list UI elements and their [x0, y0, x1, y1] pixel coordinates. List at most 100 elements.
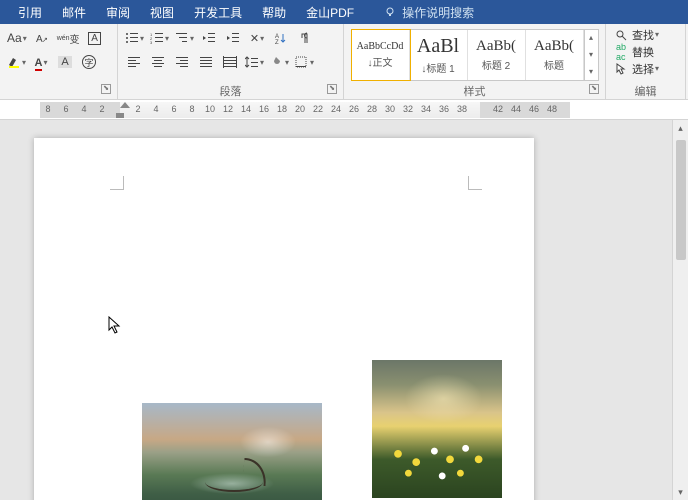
- menu-kingsoft-pdf[interactable]: 金山PDF: [296, 0, 364, 24]
- ribbon: Aa▾ A↗ wén变 A ▾ A▾ A 字 ⬊ ▾ 123▾: [0, 24, 688, 100]
- sort-button[interactable]: AZ: [270, 27, 292, 49]
- page[interactable]: [34, 138, 534, 500]
- styles-expand[interactable]: ▾: [585, 63, 598, 80]
- paragraph-group: ▾ 123▾ ▾ ✕▾ AZ ▾ ▾ ▾: [118, 24, 344, 99]
- ruler-tick: 38: [457, 104, 467, 114]
- styles-scroll-down[interactable]: ▾: [585, 46, 598, 63]
- ruler-tick: 2: [99, 104, 104, 114]
- find-icon: [614, 29, 628, 41]
- font-group-label: ⬊: [4, 83, 113, 99]
- styles-group: AaBbCcDd ↓正文 AaBl ↓标题 1 AaBb( 标题 2 AaBb(…: [344, 24, 606, 99]
- text-highlight-button[interactable]: ▾: [5, 51, 28, 73]
- style-heading2[interactable]: AaBb( 标题 2: [468, 30, 526, 80]
- ruler-tick: 12: [223, 104, 233, 114]
- ruler-tick: 36: [439, 104, 449, 114]
- shading-button[interactable]: ▾: [268, 51, 291, 73]
- ruler-tick: 24: [331, 104, 341, 114]
- ruler-tick: 16: [259, 104, 269, 114]
- styles-gallery: AaBbCcDd ↓正文 AaBl ↓标题 1 AaBb( 标题 2 AaBb(…: [351, 29, 599, 81]
- ruler-tick: 8: [189, 104, 194, 114]
- asian-layout-button[interactable]: ✕▾: [246, 27, 268, 49]
- tell-me-label: 操作说明搜索: [402, 4, 474, 21]
- menu-references[interactable]: 引用: [8, 0, 52, 24]
- svg-text:↗: ↗: [42, 37, 48, 44]
- styles-group-label: 样式⬊: [348, 83, 601, 99]
- tell-me-search[interactable]: 操作说明搜索: [384, 4, 474, 21]
- ruler-tick: 2: [135, 104, 140, 114]
- borders-button[interactable]: ▾: [293, 51, 316, 73]
- menu-help[interactable]: 帮助: [252, 0, 296, 24]
- increase-indent-button[interactable]: [222, 27, 244, 49]
- ruler-tick: 26: [349, 104, 359, 114]
- grow-font-button[interactable]: Aa▾: [5, 27, 29, 49]
- align-distributed-button[interactable]: [219, 51, 241, 73]
- ruler-tick: 30: [385, 104, 395, 114]
- ruler-tick: 46: [529, 104, 539, 114]
- find-button[interactable]: 查找▾: [610, 26, 663, 43]
- scroll-thumb[interactable]: [676, 140, 686, 260]
- show-hide-marks-button[interactable]: [294, 27, 316, 49]
- numbering-button[interactable]: 123▾: [148, 27, 171, 49]
- document-area: ▴ ▾: [0, 120, 688, 500]
- scroll-down-button[interactable]: ▾: [673, 484, 688, 500]
- change-case-button[interactable]: A↗: [31, 27, 53, 49]
- margin-mark-top-right: [468, 176, 482, 190]
- paragraph-dialog-launcher[interactable]: ⬊: [327, 84, 337, 94]
- menu-view[interactable]: 视图: [140, 0, 184, 24]
- style-heading1[interactable]: AaBl ↓标题 1: [410, 30, 468, 80]
- select-button[interactable]: 选择▾: [610, 60, 663, 77]
- align-right-button[interactable]: [171, 51, 193, 73]
- ruler-tick: 48: [547, 104, 557, 114]
- ruler-tick: 10: [205, 104, 215, 114]
- styles-gallery-more: ▴ ▾ ▾: [584, 30, 598, 80]
- hanging-indent-marker[interactable]: [116, 113, 124, 118]
- ruler-tick: 8: [45, 104, 50, 114]
- ruler-tick: 22: [313, 104, 323, 114]
- menu-developer[interactable]: 开发工具: [184, 0, 252, 24]
- first-line-indent-marker[interactable]: [120, 102, 130, 108]
- enclose-characters-button[interactable]: 字: [78, 51, 100, 73]
- image-tulips[interactable]: [372, 360, 502, 498]
- align-left-button[interactable]: [123, 51, 145, 73]
- styles-dialog-launcher[interactable]: ⬊: [589, 84, 599, 94]
- ruler-tick: 28: [367, 104, 377, 114]
- ruler-tick: 6: [171, 104, 176, 114]
- ruler-tick: 18: [277, 104, 287, 114]
- align-justify-button[interactable]: [195, 51, 217, 73]
- ruler-tick: 44: [511, 104, 521, 114]
- character-border-button[interactable]: A: [84, 27, 106, 49]
- font-dialog-launcher[interactable]: ⬊: [101, 84, 111, 94]
- line-spacing-button[interactable]: ▾: [243, 51, 266, 73]
- multilevel-list-button[interactable]: ▾: [173, 27, 196, 49]
- style-title[interactable]: AaBb( 标题: [526, 30, 584, 80]
- ruler-tick: 14: [241, 104, 251, 114]
- align-center-button[interactable]: [147, 51, 169, 73]
- ruler-tick: 20: [295, 104, 305, 114]
- ruler-tick: 6: [63, 104, 68, 114]
- character-shading-button[interactable]: A: [54, 51, 76, 73]
- ruler-tick: 42: [493, 104, 503, 114]
- styles-scroll-up[interactable]: ▴: [585, 30, 598, 47]
- ruler-tick: 34: [421, 104, 431, 114]
- font-color-button[interactable]: A▾: [30, 51, 52, 73]
- lightbulb-icon: [384, 6, 396, 18]
- menu-mailings[interactable]: 邮件: [52, 0, 96, 24]
- image-boat-lake[interactable]: [142, 403, 322, 500]
- font-group: Aa▾ A↗ wén变 A ▾ A▾ A 字 ⬊: [0, 24, 118, 99]
- svg-text:Z: Z: [275, 40, 279, 44]
- boat-shape: [197, 458, 277, 498]
- menu-review[interactable]: 审阅: [96, 0, 140, 24]
- ruler-tick: 4: [153, 104, 158, 114]
- decrease-indent-button[interactable]: [198, 27, 220, 49]
- phonetic-guide-button[interactable]: wén变: [55, 27, 82, 49]
- style-normal[interactable]: AaBbCcDd ↓正文: [352, 30, 410, 80]
- replace-icon: abac: [614, 42, 628, 62]
- select-icon: [614, 63, 628, 75]
- ruler-horizontal[interactable]: 8642246810121416182022242628303234363842…: [0, 100, 688, 120]
- svg-text:3: 3: [150, 40, 153, 44]
- editing-group: 查找▾ abac 替换 选择▾ 编辑: [606, 24, 686, 99]
- editing-group-label: 编辑: [610, 83, 681, 99]
- bullets-button[interactable]: ▾: [123, 27, 146, 49]
- scroll-up-button[interactable]: ▴: [673, 120, 688, 136]
- replace-button[interactable]: abac 替换: [610, 43, 663, 60]
